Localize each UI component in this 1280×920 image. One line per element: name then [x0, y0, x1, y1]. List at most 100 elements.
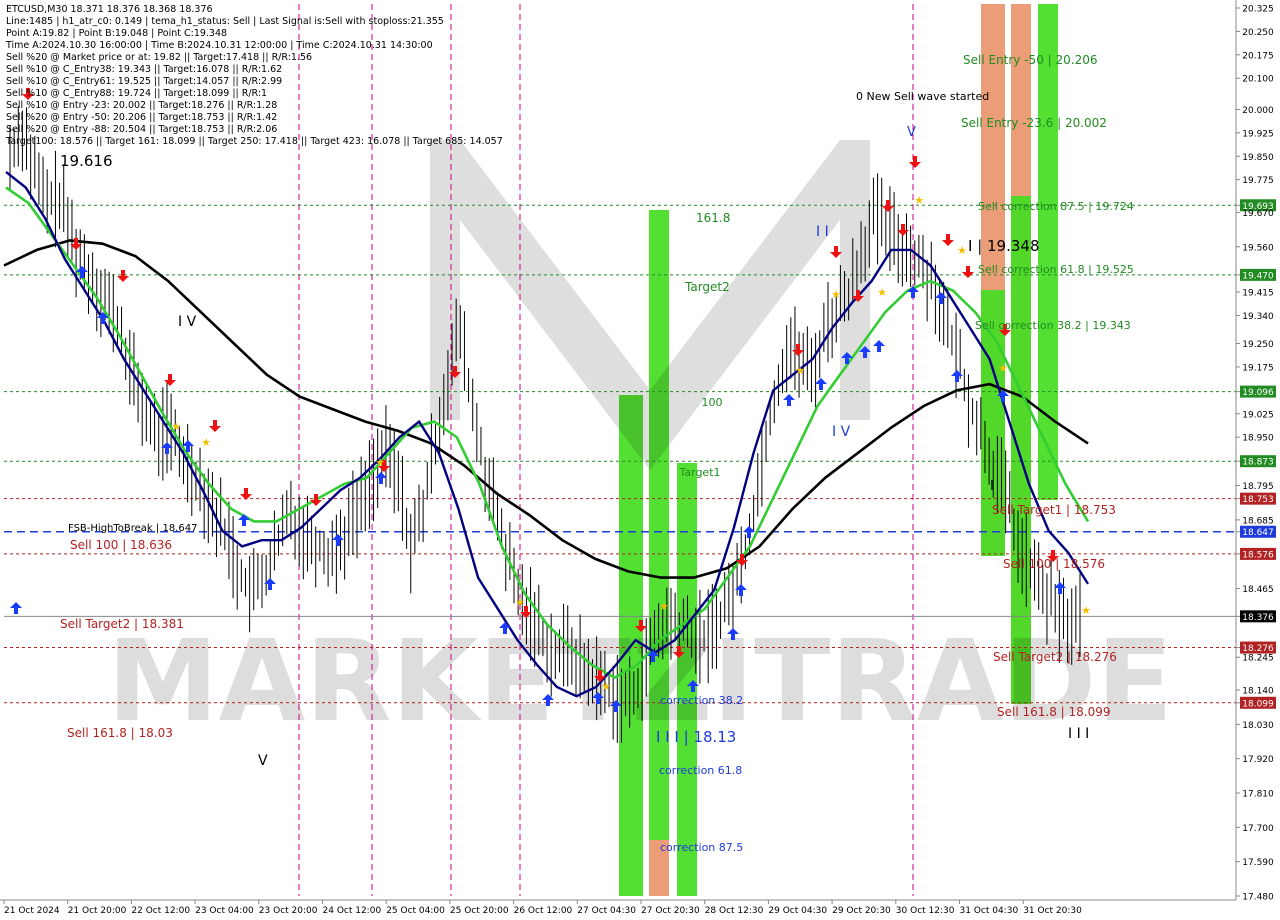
star-marker-7: ★ [831, 288, 841, 301]
y-label-6: 19.850 [1242, 153, 1274, 163]
annotation-10: correction 61.8 [659, 764, 742, 777]
annotation-8: correction 38.2 [660, 694, 743, 707]
y-label-14: 19.250 [1242, 340, 1274, 350]
y-label-35: 17.590 [1242, 858, 1274, 868]
annotation-20: I [990, 479, 994, 494]
annotation-4: I V [178, 314, 197, 330]
header-line-7: Sell %10 @ C_Entry88: 19.724 || Target:1… [6, 88, 267, 99]
x-label-8: 26 Oct 12:00 [514, 906, 573, 916]
star-marker-2: ★ [375, 456, 385, 469]
y-label-7: 19.775 [1242, 176, 1274, 186]
star-marker-5: ★ [659, 600, 669, 613]
annotation-12: I I [816, 224, 829, 240]
y-label-25: 18.465 [1242, 585, 1274, 595]
annotation-3: Sell 161.8 | 18.03 [67, 726, 173, 740]
y-tag-16: 19.096 [1242, 388, 1274, 398]
level-label-9: Sell 161.8 | 18.099 [997, 705, 1111, 719]
annotation-13: I V [832, 424, 851, 440]
y-tag-11: 19.470 [1242, 271, 1274, 281]
y-label-29: 18.140 [1242, 686, 1274, 696]
y-tag-19: 18.873 [1242, 458, 1274, 468]
signal-zone-8 [1038, 4, 1058, 500]
y-label-34: 17.700 [1242, 824, 1274, 834]
price-chart: MARKETZITRADE ★ ★ ★ ★ ★ ★ ★ ★ ★ ★ ★ ★ ★ Sell correct… [0, 0, 1280, 920]
x-label-0: 21 Oct 2024 [4, 906, 60, 916]
y-label-5: 19.925 [1242, 129, 1274, 139]
star-marker-0: ★ [171, 420, 181, 433]
annotation-9: I I I | 18.13 [656, 728, 736, 746]
watermark-text: MARKETZITRADE [107, 617, 1173, 747]
x-label-16: 31 Oct 20:30 [1023, 906, 1082, 916]
y-label-4: 20.000 [1242, 106, 1274, 116]
x-label-2: 22 Oct 12:00 [131, 906, 190, 916]
star-marker-9: ★ [914, 194, 924, 207]
annotation-19: Sell correction 38.2 | 19.343 [975, 319, 1131, 332]
y-label-18: 18.950 [1242, 434, 1274, 444]
y-tag-26: 18.376 [1242, 613, 1274, 623]
y-label-10: 19.560 [1242, 243, 1274, 253]
x-label-7: 25 Oct 20:00 [450, 906, 509, 916]
y-label-3: 20.100 [1242, 75, 1274, 85]
x-label-9: 27 Oct 04:30 [577, 906, 636, 916]
y-tag-27: 18.276 [1242, 644, 1274, 654]
header-line-10: Sell %20 @ Entry -88: 20.504 || Target:1… [6, 124, 277, 135]
y-label-31: 18.030 [1242, 721, 1274, 731]
level-label-6: Sell 100 | 18.576 [1003, 557, 1105, 571]
star-marker-3: ★ [515, 596, 525, 609]
header-line-9: Sell %20 @ Entry -50: 20.206 || Target:1… [6, 112, 277, 123]
star-marker-11: ★ [998, 362, 1008, 375]
x-label-11: 28 Oct 12:30 [705, 906, 764, 916]
x-label-6: 25 Oct 04:00 [386, 906, 445, 916]
y-label-22: 18.685 [1242, 516, 1274, 526]
header-line-8: Sell %10 @ Entry -23: 20.002 || Target:1… [6, 100, 277, 111]
x-label-1: 21 Oct 20:00 [68, 906, 127, 916]
y-label-28: 18.245 [1242, 654, 1274, 664]
x-label-13: 29 Oct 20:30 [832, 906, 891, 916]
y-label-2: 20.175 [1242, 51, 1274, 61]
y-label-12: 19.415 [1242, 289, 1274, 299]
y-tag-24: 18.576 [1242, 550, 1274, 560]
y-label-13: 19.340 [1242, 312, 1274, 322]
level-label-3: Target1 [678, 466, 720, 479]
annotation-17: Sell Entry -50 | 20.206 [963, 53, 1097, 67]
header-line-2: Point A:19.82 | Point B:19.048 | Point C… [6, 28, 227, 39]
annotation-6: 161.8 [696, 211, 730, 225]
level-label-8: Sell Target2 | 18.276 [993, 650, 1117, 664]
y-label-32: 17.920 [1242, 755, 1274, 765]
x-label-12: 29 Oct 04:30 [768, 906, 827, 916]
annotation-15: V [907, 125, 916, 140]
y-label-9: 19.670 [1242, 209, 1274, 219]
header-line-11: Target100: 18.576 || Target 161: 18.099 … [5, 136, 503, 147]
header-line-4: Sell %20 @ Market price or at: 19.82 || … [6, 52, 312, 63]
x-label-10: 27 Oct 20:30 [641, 906, 700, 916]
header-line-6: Sell %10 @ C_Entry61: 19.525 || Target:1… [6, 76, 282, 87]
annotation-5: V [258, 753, 268, 769]
level-label-0: Sell correction 87.5 | 19.724 [978, 200, 1134, 213]
star-marker-10: ★ [957, 244, 967, 257]
annotation-18: Sell Entry -23.6 | 20.002 [961, 116, 1107, 130]
x-label-4: 23 Oct 20:00 [259, 906, 318, 916]
x-label-15: 31 Oct 04:30 [960, 906, 1019, 916]
x-label-14: 30 Oct 12:30 [896, 906, 955, 916]
y-tag-21: 18.753 [1242, 495, 1274, 505]
header-line-5: Sell %10 @ C_Entry38: 19.343 || Target:1… [6, 64, 282, 75]
star-marker-12: ★ [1081, 604, 1091, 617]
y-tag-23: 18.647 [1242, 528, 1274, 538]
annotation-21: I I I [1068, 726, 1089, 742]
annotation-0: 19.616 [60, 152, 113, 170]
x-label-5: 24 Oct 12:00 [323, 906, 382, 916]
y-label-17: 19.025 [1242, 410, 1274, 420]
header-line-1: Line:1485 | h1_atr_c0: 0.149 | tema_h1_s… [6, 16, 444, 27]
annotation-2: Sell Target2 | 18.381 [60, 617, 184, 631]
y-label-20: 18.795 [1242, 482, 1274, 492]
price-axis: 20.325 20.250 20.175 20.100 20.000 19.925 19.8… [1235, 0, 1280, 903]
header-line-0: ETCUSD,M30 18.371 18.376 18.368 18.376 [6, 4, 213, 15]
star-marker-4: ★ [601, 680, 611, 693]
annotation-7: Target2 [684, 280, 730, 294]
y-label-33: 17.810 [1242, 789, 1274, 799]
annotation-11: correction 87.5 [660, 841, 743, 854]
y-label-15: 19.175 [1242, 363, 1274, 373]
star-marker-1: ★ [201, 436, 211, 449]
annotation-1: Sell 100 | 18.636 [70, 538, 172, 552]
y-tag-30: 18.099 [1242, 699, 1274, 709]
